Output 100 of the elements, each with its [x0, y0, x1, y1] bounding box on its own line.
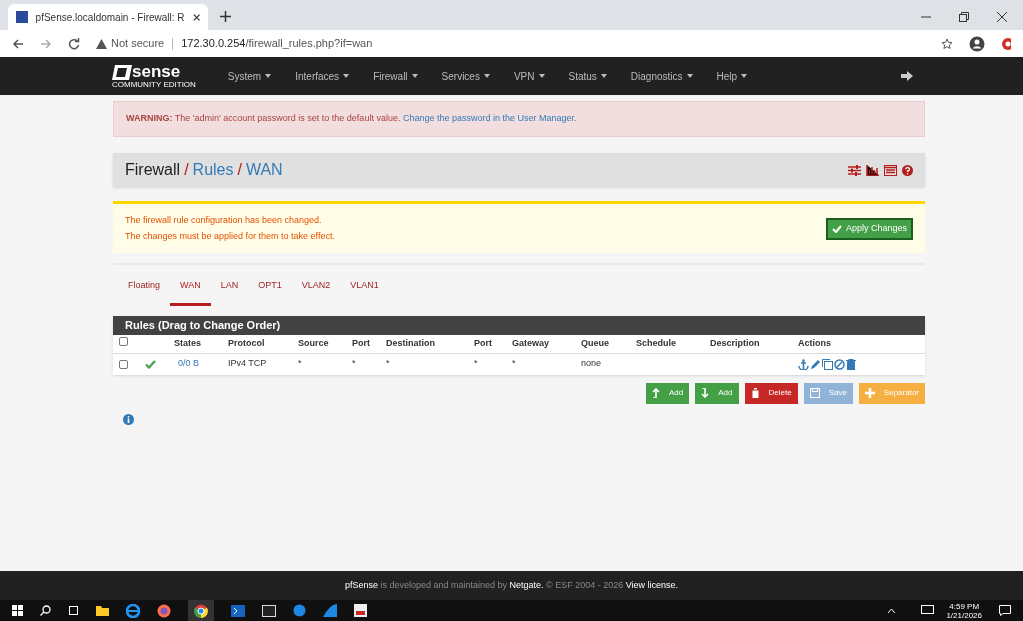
- delete-button[interactable]: Delete: [744, 382, 798, 404]
- table-cell: IPv4 TCP: [228, 358, 267, 369]
- edit-icon[interactable]: [810, 358, 821, 370]
- panel-title: Rules (Drag to Change Order): [113, 315, 925, 335]
- column-header: Queue: [581, 337, 609, 348]
- folder-icon[interactable]: [96, 605, 109, 616]
- close-icon[interactable]: [192, 12, 200, 22]
- view-license-link[interactable]: View license.: [625, 579, 679, 590]
- warning-message: WARNING: The 'admin' account password is set to the default value. Change the password in the User Manager.: [126, 112, 577, 126]
- caret-icon: [483, 74, 490, 78]
- browser-e-icon[interactable]: [126, 603, 140, 618]
- column-header: States: [174, 337, 201, 348]
- nav-menu[interactable]: Help: [716, 68, 748, 84]
- column-header: Schedule: [636, 337, 676, 348]
- column-header: Port: [474, 337, 492, 348]
- caret-icon: [265, 74, 272, 78]
- network-icon[interactable]: [921, 605, 936, 616]
- sail-app-icon[interactable]: [323, 604, 337, 617]
- circle-browser-icon: [194, 603, 208, 618]
- account-icon[interactable]: [969, 35, 985, 52]
- nav-menu[interactable]: VPN: [513, 68, 545, 84]
- table-cell: *: [474, 358, 478, 369]
- table-cell: none: [581, 358, 602, 369]
- nav-menu[interactable]: Services: [441, 68, 490, 84]
- caret-icon: [686, 74, 693, 78]
- change-password-link[interactable]: Change the password in the User Manager.: [402, 113, 577, 124]
- nav-menu[interactable]: Interfaces: [295, 68, 350, 84]
- windows-start-icon[interactable]: [12, 605, 23, 616]
- column-header: Actions: [798, 337, 831, 348]
- url-text: 172.30.0.254/firewall_rules.php?if=wan: [181, 36, 373, 52]
- notification-icon[interactable]: [999, 605, 1011, 616]
- column-header: Protocol: [228, 337, 265, 348]
- caret-up-icon[interactable]: [887, 607, 897, 614]
- plus-icon: [864, 388, 875, 398]
- caret-icon: [741, 74, 748, 78]
- delete-icon[interactable]: [846, 358, 856, 370]
- caret-icon: [411, 74, 418, 78]
- terminal-icon[interactable]: [231, 604, 245, 617]
- table-cell: *: [298, 358, 302, 369]
- help-icon[interactable]: [902, 164, 913, 176]
- footer-text: pfSense is developed and maintained by Netgate. © ESF 2004 - 2026 View license.: [344, 578, 679, 592]
- vnc-icon[interactable]: [354, 604, 367, 617]
- back-icon[interactable]: [12, 37, 24, 50]
- trash-icon: [750, 388, 760, 398]
- table-cell: *: [386, 358, 390, 369]
- settings-sliders-icon[interactable]: [848, 164, 861, 176]
- column-header: Description: [710, 337, 760, 348]
- nav-menu[interactable]: System: [227, 68, 272, 84]
- fox-browser-icon[interactable]: [157, 603, 171, 618]
- clock-date: 1/21/2026: [946, 610, 982, 620]
- copy-icon[interactable]: [822, 358, 833, 370]
- browser-tab[interactable]: pfSense.localdomain - Firewall: R: [8, 4, 208, 30]
- close-icon[interactable]: [997, 12, 1007, 22]
- pfsense-logo[interactable]: sense COMMUNITY EDITION: [112, 63, 196, 89]
- chrome-taskbar-item[interactable]: [188, 600, 214, 621]
- star-icon[interactable]: [941, 37, 953, 50]
- breadcrumb-separator: /: [237, 160, 242, 180]
- logout-icon[interactable]: [901, 71, 913, 81]
- interface-tab[interactable]: WAN: [170, 279, 211, 306]
- info-icon[interactable]: [123, 413, 134, 425]
- interface-tab[interactable]: LAN: [210, 279, 249, 306]
- interface-tab[interactable]: VLAN1: [340, 279, 389, 306]
- console-icon[interactable]: [262, 604, 276, 617]
- chart-icon[interactable]: [866, 164, 879, 176]
- security-label: Not secure: [111, 36, 165, 52]
- list-icon[interactable]: [884, 164, 897, 176]
- caret-icon: [343, 74, 350, 78]
- search-icon[interactable]: [40, 605, 51, 616]
- nav-menu[interactable]: Status: [568, 68, 607, 84]
- pf-logo-icon: [112, 65, 132, 80]
- restore-icon[interactable]: [959, 12, 969, 22]
- interface-tab[interactable]: OPT1: [248, 279, 292, 306]
- disable-icon[interactable]: [834, 358, 845, 370]
- table-cell[interactable]: 0/0 B: [174, 358, 199, 369]
- breadcrumb-separator: /: [184, 160, 189, 180]
- column-header: Destination: [386, 337, 435, 348]
- globe-app-icon[interactable]: [293, 604, 306, 617]
- task-view-icon[interactable]: [68, 605, 79, 616]
- notice-text: The changes must be applied for them to take effect.: [125, 229, 335, 243]
- clock-time: 4:59 PM: [949, 601, 980, 611]
- notice-text: The firewall rule configuration has been changed.: [125, 214, 323, 227]
- select-all-checkbox[interactable]: [119, 336, 128, 346]
- breadcrumb-item: Firewall: [125, 160, 181, 180]
- caret-icon: [600, 74, 607, 78]
- new-tab-icon[interactable]: [220, 11, 231, 22]
- extension-icon[interactable]: [1001, 36, 1011, 51]
- interface-tab[interactable]: Floating: [118, 279, 171, 306]
- reload-icon[interactable]: [68, 37, 80, 50]
- column-header: Source: [298, 337, 329, 348]
- row-checkbox[interactable]: [119, 359, 128, 369]
- nav-menu[interactable]: Diagnostics: [630, 68, 693, 84]
- anchor-icon[interactable]: [798, 358, 809, 370]
- column-header: Port: [352, 337, 370, 348]
- nav-menu[interactable]: Firewall: [373, 68, 418, 84]
- interface-tab[interactable]: VLAN2: [291, 279, 341, 306]
- arrow-down-icon: [701, 388, 710, 398]
- warning-icon: [96, 38, 107, 49]
- column-header: Gateway: [512, 337, 550, 348]
- table-cell: *: [352, 358, 356, 369]
- arrow-up-icon: [652, 388, 661, 398]
